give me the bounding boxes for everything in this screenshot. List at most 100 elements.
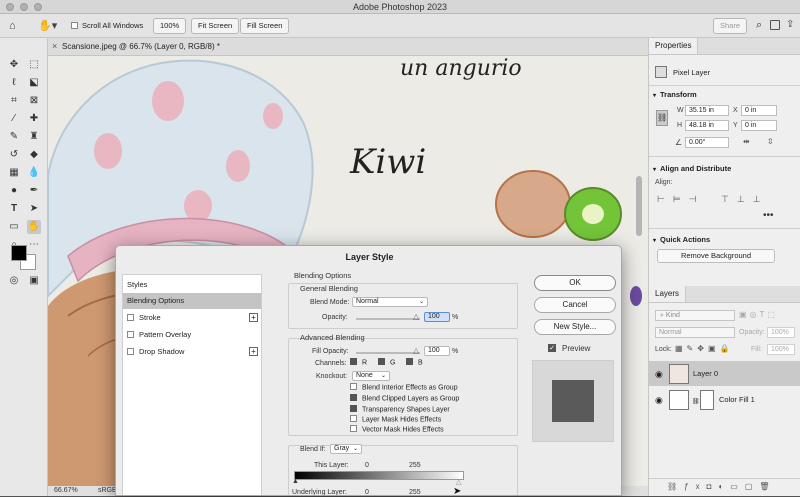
pattern-overlay-checkbox[interactable] [127,330,134,338]
canvas-vertical-scrollbar[interactable] [636,176,642,236]
layer-name[interactable]: Color Fill 1 [719,395,755,404]
eyedropper-tool-icon[interactable]: ⁄ [7,112,21,126]
screen-mode-icon[interactable]: ▣ [27,274,41,288]
fill-field[interactable]: 100% [767,344,795,355]
option-blend-interior[interactable]: Blend Interior Effects as Group [350,383,458,391]
channel-b-checkbox[interactable] [406,358,413,365]
add-stroke-icon[interactable]: + [249,313,258,322]
close-document-icon[interactable]: × [52,41,57,51]
height-field[interactable]: 48.18 in [685,120,729,131]
width-field[interactable]: 35.15 in [685,105,729,116]
option-blend-clipped[interactable]: Blend Clipped Layers as Group [350,394,459,402]
style-item-drop-shadow[interactable]: Drop Shadow + [123,344,261,360]
transform-section-title[interactable]: ▾ Transform [653,90,800,99]
drop-shadow-checkbox[interactable] [127,347,134,355]
lock-icons[interactable]: ▦✎✥▣🔒 [675,344,733,353]
move-tool-icon[interactable]: ✥ [7,58,21,72]
type-tool-icon[interactable]: T [7,202,21,216]
style-item-pattern-overlay[interactable]: Pattern Overlay [123,327,261,343]
document-tab[interactable]: × Scansione.jpeg @ 66.7% (Layer 0, RGB/8… [48,38,648,56]
blend-mode-select[interactable]: Normal ⌄ [352,297,428,307]
layer-name[interactable]: Layer 0 [693,369,718,378]
share-icon[interactable]: ⇪ [786,19,794,30]
fill-opacity-slider-handle[interactable]: △ [413,346,419,355]
clone-stamp-tool-icon[interactable]: ♜ [27,130,41,144]
history-brush-tool-icon[interactable]: ↺ [7,148,21,162]
angle-field[interactable]: 0.00° [685,137,729,148]
frame-tool-icon[interactable]: ⊠ [27,94,41,108]
search-icon[interactable]: ⌕ [756,19,762,32]
tab-layers[interactable]: Layers [649,286,687,302]
path-selection-tool-icon[interactable]: ➤ [27,202,41,216]
layer-mask-hides-checkbox[interactable] [350,415,357,422]
remove-background-button[interactable]: Remove Background [657,249,775,263]
fill-opacity-field[interactable]: 100 [424,346,450,356]
gradient-tool-icon[interactable]: ▦ [7,166,21,180]
channel-r[interactable]: R [350,358,367,366]
fill-screen-button[interactable]: Fill Screen [240,18,290,34]
align-top-icons[interactable]: ⊤⊥⊥ [721,194,769,205]
channel-r-checkbox[interactable] [350,358,357,365]
style-item-blending-options[interactable]: Blending Options [123,293,261,309]
ok-button[interactable]: OK [534,275,616,291]
blend-interior-checkbox[interactable] [350,383,357,390]
link-icon[interactable]: ⛓ [656,110,668,126]
layer-row[interactable]: ◉ Layer 0 [649,361,800,386]
scroll-all-windows-checkbox[interactable] [71,22,78,29]
crop-tool-icon[interactable]: ⌗ [7,94,21,108]
fill-opacity-slider[interactable] [356,352,420,354]
zoom-level[interactable]: 66.67% [54,487,78,494]
cancel-button[interactable]: Cancel [534,297,616,313]
this-layer-black-handle[interactable]: ▲ [292,478,299,485]
styles-header[interactable]: Styles [123,277,261,293]
channel-g-checkbox[interactable] [378,358,385,365]
this-layer-gradient-bar[interactable] [294,471,464,480]
channel-g[interactable]: G [378,358,395,366]
knockout-select[interactable]: None ⌄ [352,371,390,381]
x-field[interactable]: 0 in [741,105,777,116]
lasso-tool-icon[interactable]: ℓ [7,76,21,90]
add-drop-shadow-icon[interactable]: + [249,347,258,356]
tab-properties[interactable]: Properties [649,38,699,54]
visibility-eye-icon[interactable]: ◉ [655,395,663,406]
align-left-icons[interactable]: ⊢⊨⊣ [657,194,705,205]
rectangle-tool-icon[interactable]: ▭ [7,220,21,234]
flip-horizontal-icon[interactable]: ⇹ [743,137,750,146]
layer-row[interactable]: ◉ ⛓ Color Fill 1 [649,387,800,412]
hand-tool-preset-icon[interactable]: ✋▾ [38,19,60,33]
fit-screen-button[interactable]: Fit Screen [191,18,240,34]
eraser-tool-icon[interactable]: ◆ [27,148,41,162]
more-align-icon[interactable]: ••• [763,210,774,221]
align-section-title[interactable]: ▾ Align and Distribute [653,164,800,173]
option-layer-mask-hides[interactable]: Layer Mask Hides Effects [350,415,441,423]
zoom-100-button[interactable]: 100% [153,18,187,34]
hand-tool-icon[interactable]: ✋ [27,220,41,234]
quick-actions-section-title[interactable]: ▾ Quick Actions [653,235,800,244]
layers-footer-icons[interactable]: ⛓ƒx◘◐▭▢🗑 [649,478,800,496]
layer-filter-icons[interactable]: ▣◎T⬚ [739,310,778,319]
opacity-slider-handle[interactable]: △ [413,312,419,321]
more-tools-icon[interactable]: ⋯ [27,238,41,252]
style-item-stroke[interactable]: Stroke + [123,310,261,326]
brush-tool-icon[interactable]: ✎ [7,130,21,144]
blend-clipped-checkbox[interactable] [350,394,357,401]
preview-checkbox[interactable]: ✓ [548,344,556,352]
blur-tool-icon[interactable]: 💧 [27,166,41,180]
this-layer-white-handle[interactable]: △ [456,478,461,486]
workspace-icon[interactable] [770,20,780,30]
opacity-field[interactable]: 100 [424,312,450,322]
layer-kind-filter[interactable]: ⌕ Kind [655,310,735,321]
marquee-tool-icon[interactable]: ⬚ [27,58,41,72]
new-style-button[interactable]: New Style... [534,319,616,335]
quick-mask-icon[interactable]: ◎ [7,274,21,288]
blend-if-select[interactable]: Gray ⌄ [330,444,362,454]
object-selection-tool-icon[interactable]: ⬕ [27,76,41,90]
pen-tool-icon[interactable]: ✒ [27,184,41,198]
transparency-shapes-checkbox[interactable] [350,405,357,412]
dodge-tool-icon[interactable]: ● [7,184,21,198]
vector-mask-hides-checkbox[interactable] [350,425,357,432]
stroke-checkbox[interactable] [127,313,134,321]
share-button[interactable]: Share [713,18,748,34]
opacity-slider[interactable] [356,318,420,320]
channel-b[interactable]: B [406,358,423,366]
